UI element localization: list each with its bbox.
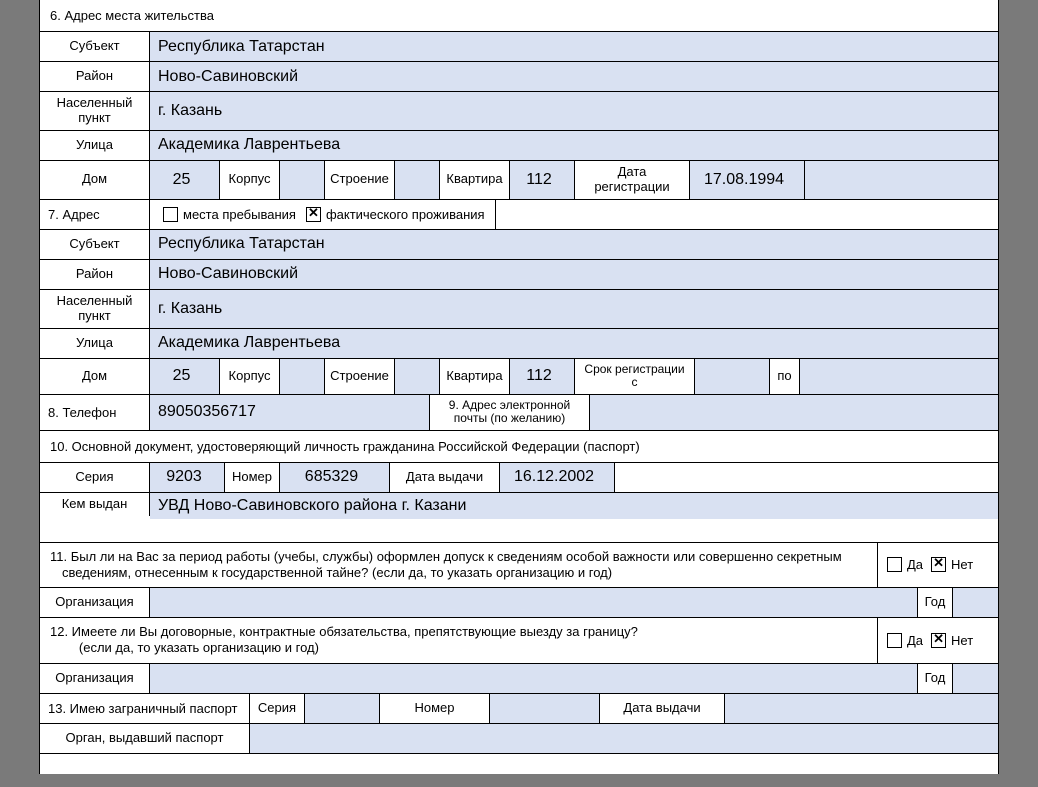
- addr-type-options: места пребывания фактического проживания: [150, 200, 495, 229]
- label-stroenie-7: Строение: [325, 359, 395, 395]
- label-da-12: Да: [907, 633, 923, 648]
- spacer: [805, 161, 998, 199]
- checkbox-12-net[interactable]: [931, 633, 946, 648]
- section-6-title: 6. Адрес места жительства: [40, 0, 998, 32]
- value-srok-po[interactable]: [800, 359, 998, 395]
- value-naspunkt-7[interactable]: г. Казань: [150, 290, 998, 328]
- q12-answers: Да Нет: [878, 618, 998, 663]
- label-preb: места пребывания: [183, 207, 296, 222]
- label-org-11: Организация: [40, 588, 150, 617]
- label-subjekt-7: Субъект: [40, 230, 150, 259]
- value-korpus-6[interactable]: [280, 161, 325, 199]
- label-kvartira-7: Квартира: [440, 359, 510, 395]
- label-korpus: Корпус: [220, 161, 280, 199]
- section-7-title: 7. Адрес: [40, 200, 150, 229]
- label-nomer: Номер: [225, 463, 280, 492]
- q11-answers: Да Нет: [878, 543, 998, 588]
- value-stroenie-6[interactable]: [395, 161, 440, 199]
- label-korpus-7: Корпус: [220, 359, 280, 395]
- value-dom-7[interactable]: 25: [150, 359, 220, 395]
- value-korpus-7[interactable]: [280, 359, 325, 395]
- value-subjekt-7[interactable]: Республика Татарстан: [150, 230, 998, 259]
- label-dom: Дом: [40, 161, 150, 199]
- label-seria-13: Серия: [250, 694, 305, 723]
- value-naspunkt-6[interactable]: г. Казань: [150, 92, 998, 130]
- value-org-12[interactable]: [150, 664, 918, 693]
- section-12-text: 12. Имеете ли Вы договорные, контрактные…: [40, 618, 878, 663]
- label-srok: Срок регистрации с: [575, 359, 695, 395]
- value-seria-10[interactable]: 9203: [150, 463, 225, 492]
- value-organ-13[interactable]: [250, 724, 998, 753]
- form-page: 6. Адрес места жительства Субъект Респуб…: [39, 0, 999, 774]
- value-god-11[interactable]: [953, 588, 998, 617]
- value-email[interactable]: [590, 395, 998, 429]
- label-rajon: Район: [40, 62, 150, 91]
- value-kem-10[interactable]: УВД Ново-Савиновского района г. Казани: [150, 493, 998, 519]
- label-net-12: Нет: [951, 633, 973, 648]
- spacer: [495, 200, 998, 229]
- value-rajon-6[interactable]: Ново-Савиновский: [150, 62, 998, 91]
- label-da: Да: [907, 557, 923, 572]
- label-data-vydachi: Дата выдачи: [390, 463, 500, 492]
- label-email: 9. Адрес электронной почты (по желанию): [430, 395, 590, 429]
- value-data-13[interactable]: [725, 694, 998, 723]
- label-po: по: [770, 359, 800, 395]
- label-kem-vydan: Кем выдан: [40, 493, 150, 516]
- label-nomer-13: Номер: [380, 694, 490, 723]
- label-ulitsa-7: Улица: [40, 329, 150, 358]
- label-ulitsa: Улица: [40, 131, 150, 160]
- label-stroenie: Строение: [325, 161, 395, 199]
- spacer: [615, 463, 998, 492]
- label-data-13: Дата выдачи: [600, 694, 725, 723]
- section-10-title: 10. Основной документ, удостоверяющий ли…: [40, 431, 998, 463]
- label-god-11: Год: [918, 588, 953, 617]
- label-net: Нет: [951, 557, 973, 572]
- value-kvartira-7[interactable]: 112: [510, 359, 575, 395]
- checkbox-12-da[interactable]: [887, 633, 902, 648]
- value-data-10[interactable]: 16.12.2002: [500, 463, 615, 492]
- label-seria: Серия: [40, 463, 150, 492]
- label-fakt: фактического проживания: [326, 207, 485, 222]
- value-nomer-10[interactable]: 685329: [280, 463, 390, 492]
- label-god-12: Год: [918, 664, 953, 693]
- checkbox-11-net[interactable]: [931, 557, 946, 572]
- label-kvartira: Квартира: [440, 161, 510, 199]
- label-phone: 8. Телефон: [40, 395, 150, 429]
- label-naspunkt: Населенный пункт: [40, 92, 150, 130]
- value-god-12[interactable]: [953, 664, 998, 693]
- checkbox-fakt[interactable]: [306, 207, 321, 222]
- label-org-12: Организация: [40, 664, 150, 693]
- value-phone[interactable]: 89050356717: [150, 395, 430, 429]
- value-dom-6[interactable]: 25: [150, 161, 220, 199]
- value-subjekt-6[interactable]: Республика Татарстан: [150, 32, 998, 61]
- checkbox-preb[interactable]: [163, 207, 178, 222]
- section-11-text: 11. Был ли на Вас за период работы (учеб…: [40, 543, 878, 588]
- value-ulitsa-7[interactable]: Академика Лаврентьева: [150, 329, 998, 358]
- label-subjekt: Субъект: [40, 32, 150, 61]
- label-naspunkt-7: Населенный пункт: [40, 290, 150, 328]
- value-org-11[interactable]: [150, 588, 918, 617]
- value-ulitsa-6[interactable]: Академика Лаврентьева: [150, 131, 998, 160]
- label-dom-7: Дом: [40, 359, 150, 395]
- label-rajon-7: Район: [40, 260, 150, 289]
- label-organ-13: Орган, выдавший паспорт: [40, 724, 250, 753]
- value-srok-s[interactable]: [695, 359, 770, 395]
- value-seria-13[interactable]: [305, 694, 380, 723]
- value-stroenie-7[interactable]: [395, 359, 440, 395]
- value-rajon-7[interactable]: Ново-Савиновский: [150, 260, 998, 289]
- checkbox-11-da[interactable]: [887, 557, 902, 572]
- value-datareg-6[interactable]: 17.08.1994: [690, 161, 805, 199]
- value-kvartira-6[interactable]: 112: [510, 161, 575, 199]
- label-datareg: Дата регистрации: [575, 161, 690, 199]
- section-13-title: 13. Имею заграничный паспорт: [40, 694, 250, 723]
- value-nomer-13[interactable]: [490, 694, 600, 723]
